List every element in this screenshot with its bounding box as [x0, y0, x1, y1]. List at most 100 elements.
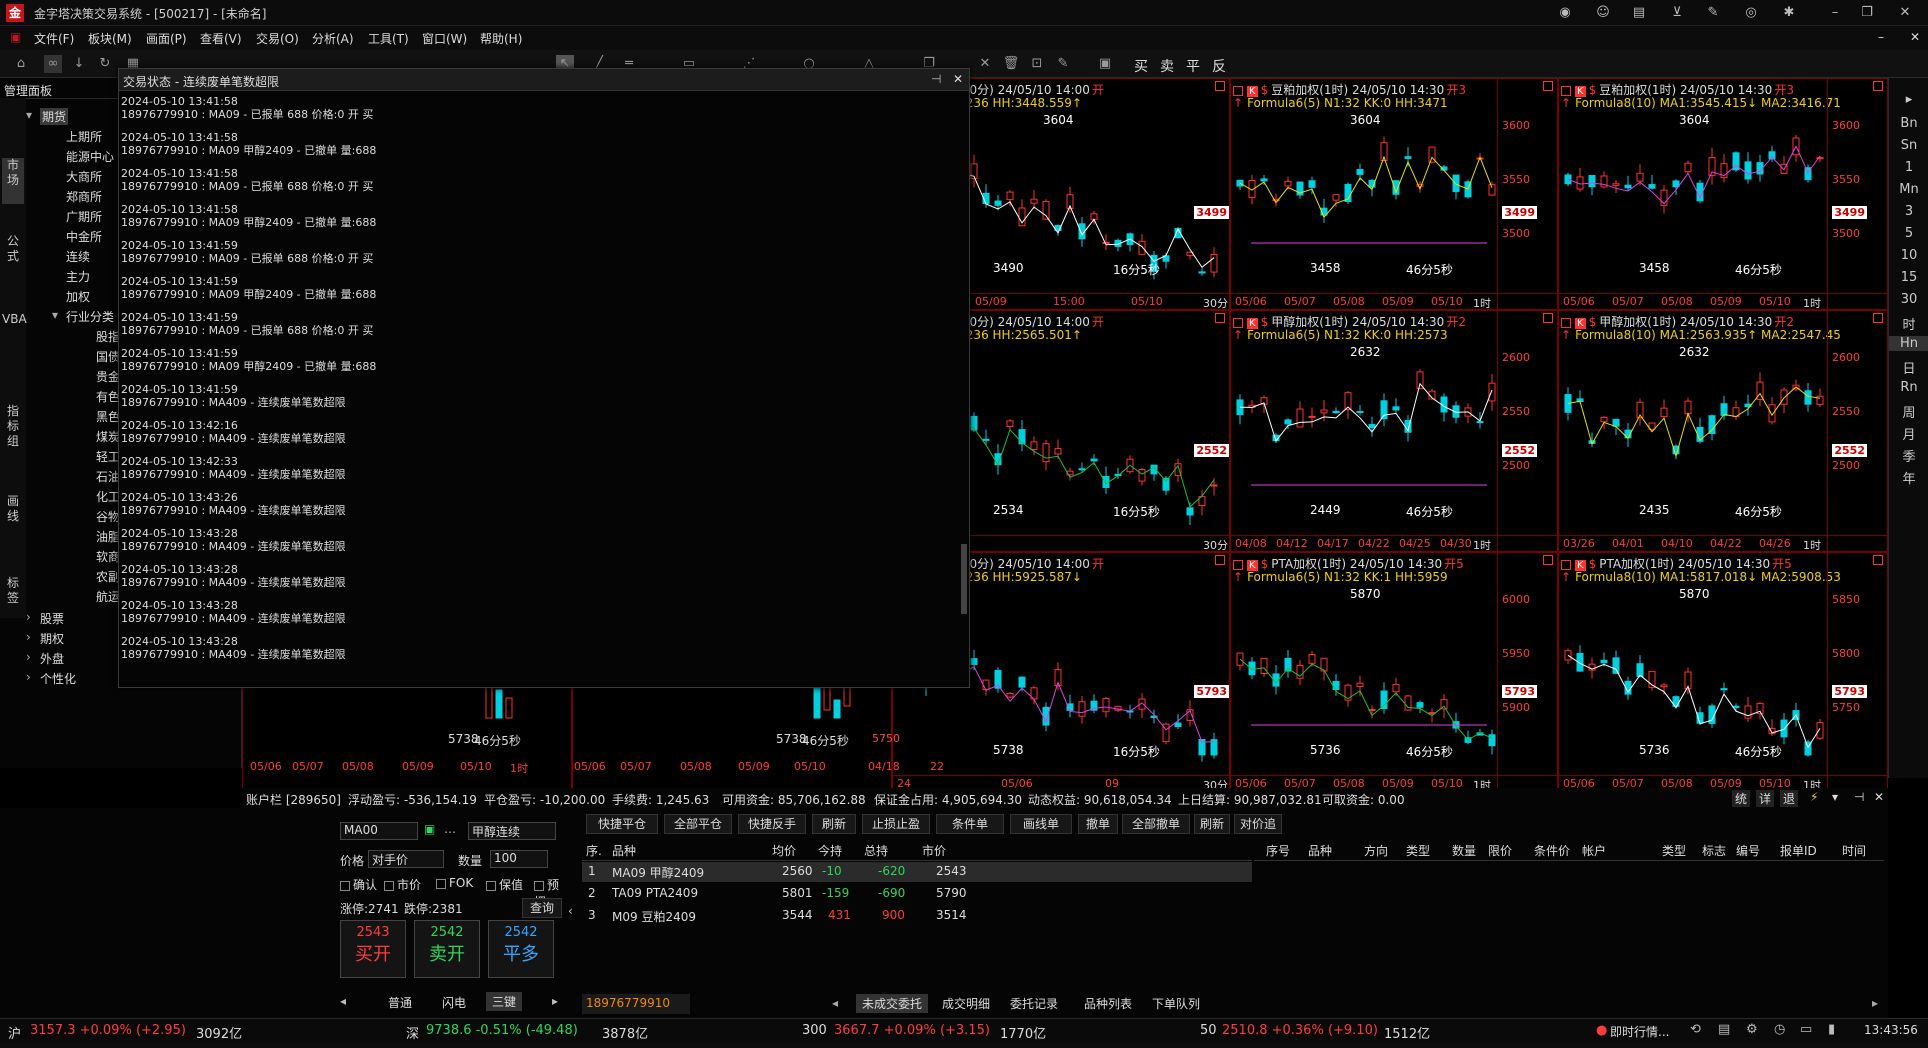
- panel-close-icon[interactable]: [1873, 313, 1883, 323]
- detail-button[interactable]: 详: [1756, 790, 1775, 807]
- pos-button-5[interactable]: 条件单: [936, 814, 1004, 834]
- vtab-market[interactable]: 市场: [2, 158, 24, 204]
- timer-icon[interactable]: ◷: [1774, 1022, 1785, 1037]
- collapse-icon[interactable]: ‹: [568, 904, 573, 918]
- period-15[interactable]: 季: [1889, 446, 1928, 465]
- pos-button-1[interactable]: 全部平仓: [664, 814, 732, 834]
- trash-icon[interactable]: 🗑: [1002, 55, 1020, 73]
- pin2-icon[interactable]: ⊣: [1854, 790, 1864, 804]
- vtab-formula[interactable]: 公式: [2, 234, 24, 274]
- tree-item[interactable]: 农副: [96, 568, 120, 585]
- menu-help[interactable]: 帮助(H): [480, 30, 522, 47]
- period-6[interactable]: 10: [1889, 248, 1928, 263]
- tabs-next-icon[interactable]: ▸: [1872, 996, 1878, 1010]
- pos-button-2[interactable]: 快捷反手: [738, 814, 806, 834]
- tab-prev-icon[interactable]: ◂: [340, 994, 346, 1008]
- checkbox[interactable]: [436, 878, 446, 889]
- tree-item[interactable]: 广期所: [66, 208, 102, 225]
- contract-name[interactable]: 甲醇连续: [468, 822, 556, 840]
- period-10[interactable]: Hn: [1889, 336, 1928, 351]
- panel-close-icon[interactable]: [1873, 81, 1883, 91]
- refresh-icon[interactable]: ↻: [96, 55, 114, 73]
- toolbar-sell[interactable]: 卖: [1160, 56, 1174, 76]
- app-menu-icon[interactable]: ▣: [10, 30, 21, 44]
- period-13[interactable]: 周: [1889, 402, 1928, 421]
- tree-item[interactable]: 大商所: [66, 168, 102, 185]
- pos-button-0[interactable]: 快捷平仓: [586, 814, 658, 834]
- tree-item[interactable]: 股票: [40, 610, 64, 627]
- tree-item[interactable]: 期权: [40, 630, 64, 647]
- tree-arrow-icon[interactable]: ›: [26, 650, 31, 664]
- tree-item[interactable]: 谷物: [96, 508, 120, 525]
- menu-analysis[interactable]: 分析(A): [312, 30, 354, 47]
- chevron-icon[interactable]: ▸: [1889, 92, 1928, 107]
- price-axis[interactable]: 2600 2550 2500: [1827, 311, 1887, 551]
- chart-panel[interactable]: K $ PTA加权(1时) 24/05/10 14:30 开5 ↑ Formula8(10…: [1558, 552, 1888, 792]
- period-8[interactable]: 30: [1889, 292, 1928, 307]
- tree-item[interactable]: 上期所: [66, 128, 102, 145]
- settings-icon[interactable]: ⚙: [1746, 1022, 1758, 1037]
- period-4[interactable]: 3: [1889, 204, 1928, 219]
- vtab-indicators[interactable]: 指标组: [2, 404, 24, 456]
- lightning-icon[interactable]: ⚡: [1810, 790, 1818, 804]
- period-11[interactable]: 日: [1889, 358, 1928, 377]
- tree-arrow-icon[interactable]: ▾: [52, 308, 58, 322]
- period-5[interactable]: 5: [1889, 226, 1928, 241]
- close-long-button[interactable]: 2542 平多: [488, 920, 554, 978]
- home-icon[interactable]: ⌂: [12, 55, 30, 73]
- cart-icon[interactable]: ⊻: [1668, 4, 1686, 22]
- tab-normal[interactable]: 普通: [388, 994, 412, 1011]
- checkbox[interactable]: [486, 880, 496, 891]
- tree-arrow-icon[interactable]: ›: [26, 630, 31, 644]
- code-input[interactable]: MA00: [340, 822, 418, 840]
- period-7[interactable]: 15: [1889, 270, 1928, 285]
- panel-close-icon[interactable]: [1543, 555, 1553, 565]
- bottom-tab-0[interactable]: 未成交委托: [856, 994, 929, 1013]
- pos-button-7[interactable]: 撤单: [1078, 814, 1118, 834]
- logout-button[interactable]: 退: [1780, 790, 1799, 807]
- period-2[interactable]: 1: [1889, 160, 1928, 175]
- account-tab[interactable]: 18976779910: [582, 994, 690, 1014]
- pos-button-3[interactable]: 刷新: [812, 814, 856, 834]
- chart-panel[interactable]: K $ PTA加权(1时) 24/05/10 14:30 开5 ↑ Formula6(5)…: [1230, 552, 1558, 792]
- menu-file[interactable]: 文件(F): [34, 30, 74, 47]
- pos-button-9[interactable]: 刷新: [1194, 814, 1230, 834]
- account-close-icon[interactable]: ✕: [1874, 790, 1884, 804]
- summary-button[interactable]: 统: [1732, 790, 1751, 807]
- pos-button-4[interactable]: 止损止盈: [862, 814, 930, 834]
- tree-item[interactable]: 石油: [96, 468, 120, 485]
- price-axis[interactable]: 3600 3550 3500: [1827, 79, 1887, 309]
- lock-green-icon[interactable]: ▣: [424, 822, 435, 836]
- tree-item[interactable]: 期货: [40, 108, 69, 125]
- price-axis[interactable]: 2600 2550 2500: [1497, 311, 1557, 551]
- tab-three-key[interactable]: 三键: [486, 992, 523, 1011]
- bottom-tab-4[interactable]: 下单队列: [1146, 994, 1206, 1013]
- query-button[interactable]: 查询: [522, 898, 562, 918]
- qty-input[interactable]: 100: [490, 850, 548, 868]
- menu-screen[interactable]: 画面(P): [146, 30, 187, 47]
- price-axis[interactable]: 5850 5800 5750: [1827, 553, 1887, 791]
- gamepad-icon[interactable]: ◎: [1742, 4, 1760, 22]
- price-select[interactable]: 对手价: [368, 850, 444, 868]
- lock-icon[interactable]: ⊡: [1028, 55, 1046, 73]
- chart-panel[interactable]: K $ 甲醇加权(1时) 24/05/10 14:30 开2 ↑ Formula8(10)…: [1558, 310, 1888, 552]
- tree-item[interactable]: 外盘: [40, 650, 64, 667]
- menu-min-icon[interactable]: –: [1878, 30, 1884, 44]
- more-icon[interactable]: …: [444, 822, 456, 836]
- tree-item[interactable]: 煤炭: [96, 428, 120, 445]
- bug-icon[interactable]: ✱: [1780, 4, 1798, 22]
- bottom-tab-2[interactable]: 委托记录: [1004, 994, 1064, 1013]
- document-icon[interactable]: ▤: [1630, 4, 1648, 22]
- tree-arrow-icon[interactable]: ›: [26, 610, 31, 624]
- bottom-tab-1[interactable]: 成交明细: [936, 994, 996, 1013]
- popup-close-button[interactable]: ✕: [953, 72, 963, 86]
- tab-next-icon[interactable]: ▸: [552, 994, 558, 1008]
- chart-panel[interactable]: K $ 豆粕加权(1时) 24/05/10 14:30 开3 ↑ Formula8(10)…: [1558, 78, 1888, 310]
- download-icon[interactable]: ↓: [70, 55, 88, 73]
- link-icon[interactable]: ∞: [44, 55, 62, 73]
- menu-view[interactable]: 查看(V): [200, 30, 242, 47]
- sync-icon[interactable]: ⟲: [1690, 1022, 1701, 1037]
- tree-item[interactable]: 中金所: [66, 228, 102, 245]
- option-2[interactable]: FOK: [436, 876, 473, 890]
- bottom-tab-3[interactable]: 品种列表: [1078, 994, 1138, 1013]
